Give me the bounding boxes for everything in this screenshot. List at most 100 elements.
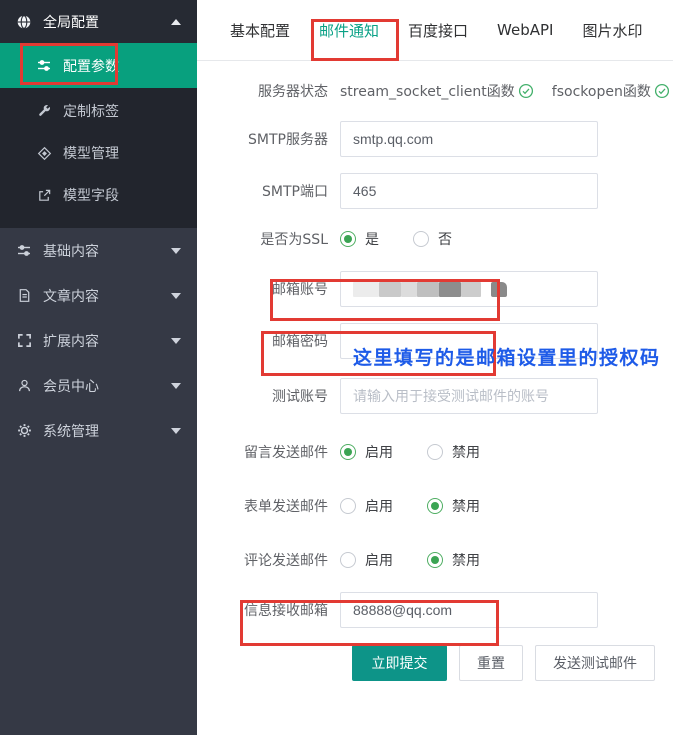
submit-button[interactable]: 立即提交	[352, 645, 447, 681]
field-label: 邮箱账号	[197, 279, 340, 299]
test-account-input[interactable]	[340, 378, 598, 414]
redacted-email-value	[439, 282, 461, 297]
sidebar-item-model-fields[interactable]: 模型字段	[0, 174, 197, 216]
radio-label: 启用	[365, 442, 393, 462]
caret-down-icon	[171, 293, 181, 299]
expand-icon	[16, 333, 32, 349]
sidebar-group-label: 扩展内容	[43, 331, 99, 351]
ssl-row: 是否为SSL 是 否	[197, 225, 673, 253]
radio-ssl-yes[interactable]: 是	[340, 229, 379, 249]
radio-ssl-no[interactable]: 否	[413, 229, 452, 249]
radio-icon	[340, 231, 356, 247]
field-label: 是否为SSL	[197, 229, 340, 249]
document-icon	[16, 288, 32, 304]
radio-label: 禁用	[452, 442, 480, 462]
email-account-input[interactable]	[340, 271, 598, 307]
radio-icon	[427, 444, 443, 460]
main-panel: 基本配置 邮件通知 百度接口 WebAPI 图片水印 服务器状态 stream_…	[197, 0, 673, 735]
mail-config-form: 服务器状态 stream_socket_client函数 fsockopen函数	[197, 61, 673, 681]
smtp-port-input[interactable]	[340, 173, 598, 209]
check-circle-icon	[654, 83, 670, 99]
status-text: fsockopen函数	[552, 81, 651, 101]
send-test-mail-button[interactable]: 发送测试邮件	[535, 645, 655, 681]
caret-up-icon	[171, 19, 181, 25]
field-label: 留言发送邮件	[197, 442, 340, 462]
sidebar-item-model-manage[interactable]: 模型管理	[0, 132, 197, 174]
sidebar-group-label: 会员中心	[43, 376, 99, 396]
test-account-row: 测试账号	[197, 378, 673, 414]
message-mail-row: 留言发送邮件 启用 禁用	[197, 438, 673, 466]
sidebar-group-label: 全局配置	[43, 12, 99, 32]
caret-down-icon	[171, 428, 181, 434]
wrench-icon	[36, 103, 52, 119]
sidebar-item-label: 配置参数	[63, 56, 119, 76]
model-diamond-icon	[36, 145, 52, 161]
external-link-icon	[36, 187, 52, 203]
globe-icon	[16, 14, 32, 30]
field-label: 表单发送邮件	[197, 496, 340, 516]
form-mail-row: 表单发送邮件 启用 禁用	[197, 492, 673, 520]
server-status-value: stream_socket_client函数 fsockopen函数	[340, 81, 673, 101]
status-item: fsockopen函数	[552, 81, 670, 101]
radio-label: 禁用	[452, 550, 480, 570]
field-label: 服务器状态	[197, 81, 340, 101]
sidebar: 全局配置 配置参数 定制标签 模型管理	[0, 0, 197, 735]
radio-form-disable[interactable]: 禁用	[427, 496, 480, 516]
radio-label: 启用	[365, 550, 393, 570]
receive-email-row: 信息接收邮箱	[197, 592, 673, 628]
form-actions: 立即提交 重置 发送测试邮件	[352, 645, 673, 681]
smtp-port-row: SMTP端口	[197, 173, 673, 209]
sidebar-item-label: 模型管理	[63, 143, 119, 163]
radio-label: 否	[438, 229, 452, 249]
radio-comment-enable[interactable]: 启用	[340, 550, 393, 570]
tab-image-watermark[interactable]: 图片水印	[582, 0, 642, 60]
radio-icon	[427, 498, 443, 514]
field-label: 信息接收邮箱	[197, 600, 340, 620]
radio-icon	[413, 231, 429, 247]
radio-label: 启用	[365, 496, 393, 516]
sidebar-group-basic-content[interactable]: 基础内容	[0, 228, 197, 273]
sidebar-group-label: 系统管理	[43, 421, 99, 441]
sidebar-group-extend-content[interactable]: 扩展内容	[0, 318, 197, 363]
radio-message-enable[interactable]: 启用	[340, 442, 393, 462]
field-label: 评论发送邮件	[197, 550, 340, 570]
sidebar-item-label: 定制标签	[63, 101, 119, 121]
field-label: 邮箱密码	[197, 331, 340, 351]
sidebar-group-label: 文章内容	[43, 286, 99, 306]
caret-down-icon	[171, 248, 181, 254]
comment-mail-row: 评论发送邮件 启用 禁用	[197, 546, 673, 574]
radio-icon	[340, 552, 356, 568]
sidebar-item-config-params[interactable]: 配置参数	[0, 43, 197, 88]
receive-email-input[interactable]	[340, 592, 598, 628]
radio-comment-disable[interactable]: 禁用	[427, 550, 480, 570]
radio-label: 是	[365, 229, 379, 249]
sidebar-group-system-manage[interactable]: 系统管理	[0, 408, 197, 453]
smtp-server-input[interactable]	[340, 121, 598, 157]
sidebar-group-article-content[interactable]: 文章内容	[0, 273, 197, 318]
caret-down-icon	[171, 383, 181, 389]
radio-message-disable[interactable]: 禁用	[427, 442, 480, 462]
redacted-email-value	[401, 282, 417, 297]
email-password-input[interactable]	[340, 323, 598, 359]
tab-bar: 基本配置 邮件通知 百度接口 WebAPI 图片水印	[197, 0, 673, 61]
sidebar-group-global-config[interactable]: 全局配置	[0, 0, 197, 43]
tab-mail-notify[interactable]: 邮件通知	[319, 0, 379, 60]
caret-down-icon	[171, 338, 181, 344]
tab-webapi[interactable]: WebAPI	[497, 0, 553, 60]
redacted-email-value	[491, 282, 507, 297]
radio-label: 禁用	[452, 496, 480, 516]
redacted-email-value	[379, 282, 401, 297]
sidebar-item-custom-tags[interactable]: 定制标签	[0, 90, 197, 132]
email-password-row: 邮箱密码	[197, 323, 673, 359]
tab-basic-config[interactable]: 基本配置	[230, 0, 290, 60]
admin-config-window: 全局配置 配置参数 定制标签 模型管理	[0, 0, 673, 735]
sidebar-group-member-center[interactable]: 会员中心	[0, 363, 197, 408]
radio-form-enable[interactable]: 启用	[340, 496, 393, 516]
sidebar-item-label: 模型字段	[63, 185, 119, 205]
redacted-email-value	[417, 282, 439, 297]
radio-icon	[427, 552, 443, 568]
sliders-icon	[16, 243, 32, 259]
status-text: stream_socket_client函数	[340, 81, 515, 101]
tab-baidu-api[interactable]: 百度接口	[408, 0, 468, 60]
reset-button[interactable]: 重置	[459, 645, 523, 681]
